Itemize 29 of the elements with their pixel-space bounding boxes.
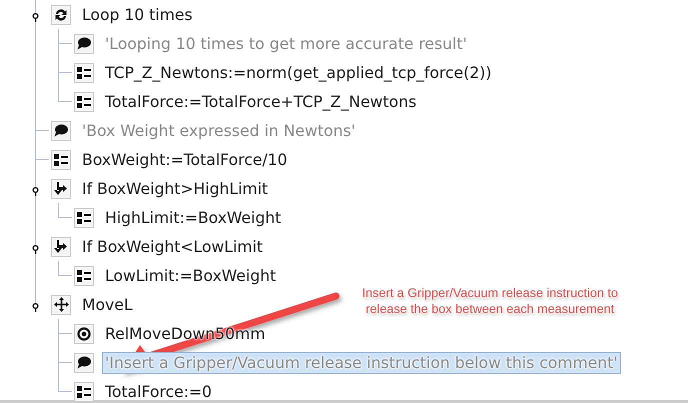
program-node[interactable]: TotalForce:=0: [102, 380, 215, 402]
program-node[interactable]: If BoxWeight<LowLimit: [79, 236, 266, 258]
program-node[interactable]: If BoxWeight>HighLimit: [79, 178, 271, 200]
expand-handle[interactable]: [31, 300, 40, 309]
loop-icon: [54, 8, 68, 22]
assignment-icon: [77, 210, 91, 224]
branch-arrow-icon: [54, 240, 68, 254]
program-node[interactable]: MoveL: [79, 294, 136, 316]
program-node[interactable]: TotalForce:=TotalForce+TCP_Z_Newtons: [102, 90, 420, 112]
assignment-icon: [77, 66, 91, 80]
target-icon: [77, 326, 91, 340]
program-node[interactable]: TCP_Z_Newtons:=norm(get_applied_tcp_force(2)): [102, 62, 495, 84]
speech-bubble-icon: [54, 124, 68, 137]
program-node[interactable]: LowLimit:=BoxWeight: [102, 264, 279, 286]
assignment-icon: [77, 268, 91, 282]
move-arrows-icon: [54, 297, 68, 312]
expand-handle[interactable]: [31, 242, 40, 251]
assignment-icon: [77, 384, 91, 398]
speech-bubble-icon: [77, 356, 91, 369]
program-node[interactable]: Loop 10 times: [79, 4, 196, 26]
speech-bubble-icon: [77, 37, 91, 50]
branch-arrow-icon: [54, 182, 68, 196]
assignment-icon: [54, 152, 68, 166]
expand-handle[interactable]: [31, 10, 40, 19]
assignment-icon: [77, 94, 91, 108]
program-node[interactable]: HighLimit:=BoxWeight: [102, 206, 284, 228]
annotation-text: Insert a Gripper/Vacuum release instruction to release the box between each measurement: [361, 285, 619, 317]
program-node[interactable]: BoxWeight:=TotalForce/10: [79, 148, 290, 170]
expand-handle[interactable]: [31, 184, 40, 193]
